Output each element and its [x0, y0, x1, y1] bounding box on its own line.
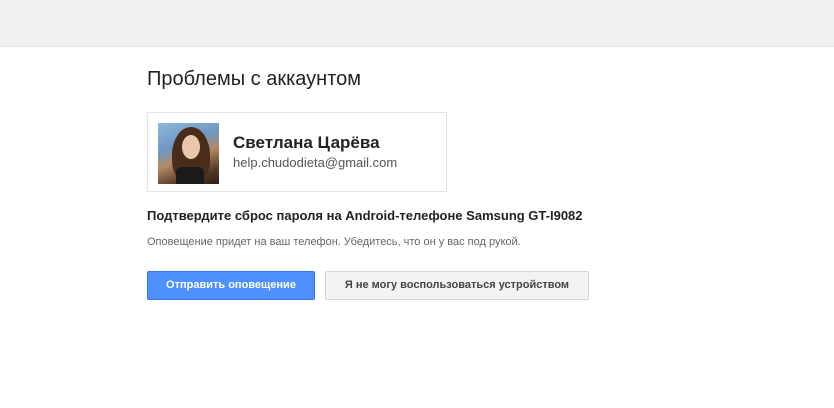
account-email: help.chudodieta@gmail.com: [233, 155, 398, 170]
account-name: Светлана Царёва: [233, 133, 380, 152]
cant-use-device-button[interactable]: Я не могу воспользоваться устройством: [325, 271, 589, 300]
avatar: [158, 123, 219, 184]
notice-text: Оповещение придет на ваш телефон. Убедит…: [147, 236, 521, 248]
page-title: Проблемы с аккаунтом: [147, 68, 362, 90]
top-bar: [0, 0, 834, 47]
send-notification-button[interactable]: Отправить оповещение: [147, 271, 315, 300]
account-card: Светлана Царёва help.chudodieta@gmail.co…: [147, 112, 447, 192]
confirm-heading: Подтвердите сброс пароля на Android-теле…: [147, 208, 583, 223]
